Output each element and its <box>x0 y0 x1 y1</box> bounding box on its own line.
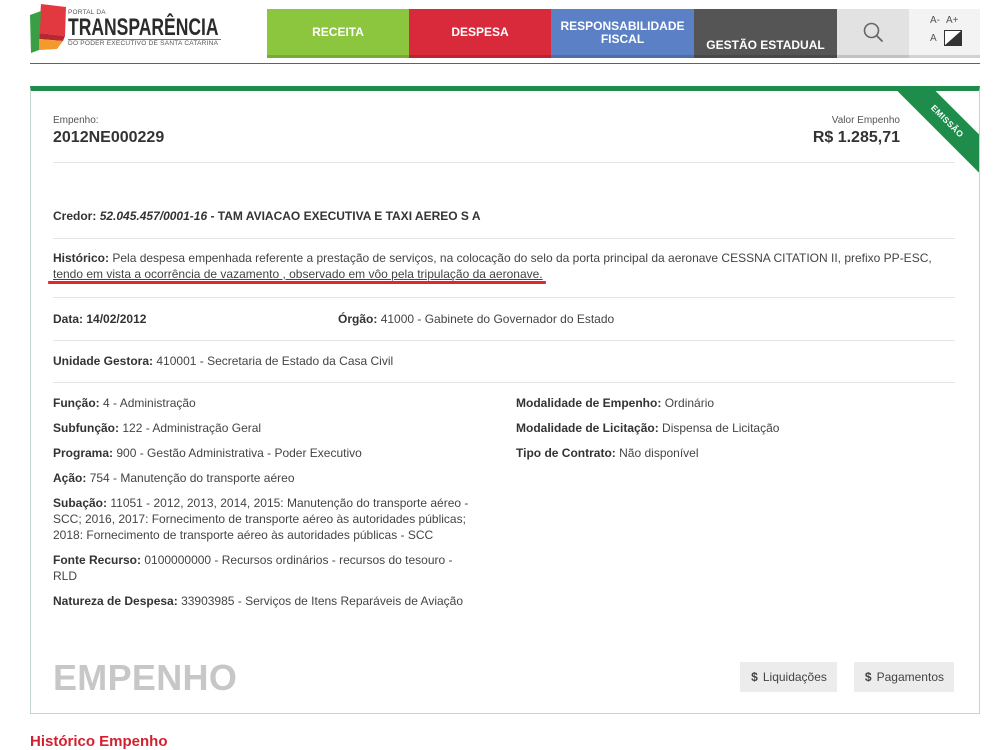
field-acao: Ação: 754 - Manutenção do transporte aér… <box>53 470 478 486</box>
field-label: Subação: <box>53 496 108 510</box>
nav-receita[interactable]: RECEITA <box>267 9 409 58</box>
field-natureza-despesa: Natureza de Despesa: 33903985 - Serviços… <box>53 593 478 609</box>
field-value: 4 - Administração <box>103 396 196 410</box>
field-label: Modalidade de Licitação: <box>516 421 659 435</box>
divider <box>53 238 955 239</box>
historico-text-1: Pela despesa empenhada referente a prest… <box>112 251 932 265</box>
decrease-font-button[interactable]: A- <box>930 15 940 27</box>
card-actions: $ Liquidações $ Pagamentos <box>740 662 954 692</box>
logo-mark-icon <box>30 4 66 53</box>
field-label: Programa: <box>53 446 114 460</box>
search-button[interactable] <box>837 9 909 58</box>
empenho-card: EMISSÃO Empenho: 2012NE000229 Valor Empe… <box>30 86 980 714</box>
field-value: 900 - Gestão Administrativa - Poder Exec… <box>116 446 362 460</box>
empenho-number-label: Empenho: <box>53 115 99 126</box>
portal-logo[interactable]: PORTAL DA TRANSPARÊNCIA DO PODER EXECUTI… <box>30 3 225 53</box>
contrast-label: A <box>930 33 937 44</box>
empenho-value: R$ 1.285,71 <box>812 129 900 146</box>
credor-cnpj: 52.045.457/0001-16 <box>99 209 208 223</box>
historico-label: Histórico: <box>53 251 110 265</box>
dollar-icon: $ <box>864 670 872 684</box>
historico-line-1: Histórico: Pela despesa empenhada refere… <box>53 250 955 266</box>
field-label: Ação: <box>53 471 87 485</box>
field-modalidade-licitacao: Modalidade de Licitação: Dispensa de Lic… <box>516 420 946 436</box>
field-value: 33903985 - Serviços de Itens Reparáveis … <box>181 594 464 608</box>
field-value: Dispensa de Licitação <box>662 421 780 435</box>
data-label: Data: <box>53 312 84 326</box>
unidade-gestora-row: Unidade Gestora: 410001 - Secretaria de … <box>53 353 393 369</box>
field-subacao: Subação: 11051 - 2012, 2013, 2014, 2015:… <box>53 495 478 543</box>
nav-responsabilidade-fiscal[interactable]: RESPONSABILIDADE FISCAL <box>551 9 694 58</box>
field-value: 11051 - 2012, 2013, 2014, 2015: Manutenç… <box>53 496 469 542</box>
logo-sub-text: DO PODER EXECUTIVO DE SANTA CATARINA <box>68 39 221 48</box>
divider <box>53 340 955 341</box>
details-right-column: Modalidade de Empenho: Ordinário Modalid… <box>516 395 946 470</box>
historico-text-2: tendo em vista a ocorrência de vazamento… <box>53 267 543 281</box>
historico: Histórico: Pela despesa empenhada refere… <box>48 250 955 284</box>
empenho-number: 2012NE000229 <box>53 129 165 146</box>
unidade-gestora-value: 410001 - Secretaria de Estado da Casa Ci… <box>156 354 394 368</box>
divider <box>53 382 955 383</box>
pagamentos-label: Pagamentos <box>876 670 944 684</box>
orgao-row: Órgão: 41000 - Gabinete do Governador do… <box>338 311 614 327</box>
credor-name: TAM AVIACAO EXECUTIVA E TAXI AEREO S A <box>217 209 481 223</box>
field-label: Modalidade de Empenho: <box>516 396 662 410</box>
field-tipo-contrato: Tipo de Contrato: Não disponível <box>516 445 946 461</box>
liquidacoes-button[interactable]: $ Liquidações <box>740 662 837 692</box>
field-label: Natureza de Despesa: <box>53 594 178 608</box>
field-label: Subfunção: <box>53 421 119 435</box>
field-programa: Programa: 900 - Gestão Administrativa - … <box>53 445 478 461</box>
status-ribbon-label: EMISSÃO <box>887 91 979 181</box>
orgao-label: Órgão: <box>338 312 378 326</box>
divider <box>53 297 955 298</box>
credor-label: Credor: <box>53 209 97 223</box>
historico-empenho-heading: Histórico Empenho <box>30 733 168 750</box>
search-icon <box>863 22 883 42</box>
highlighted-text: tendo em vista a ocorrência de vazamento… <box>48 266 546 284</box>
field-value: 122 - Administração Geral <box>122 421 262 435</box>
header-divider <box>30 63 980 64</box>
nav-despesa[interactable]: DESPESA <box>409 9 551 58</box>
field-fonte-recurso: Fonte Recurso: 0100000000 - Recursos ord… <box>53 552 478 584</box>
liquidacoes-label: Liquidações <box>762 670 827 684</box>
orgao-value: 41000 - Gabinete do Governador do Estado <box>380 312 615 326</box>
dollar-icon: $ <box>751 670 758 684</box>
page: PORTAL DA TRANSPARÊNCIA DO PODER EXECUTI… <box>0 0 1004 750</box>
field-value: Ordinário <box>664 396 715 410</box>
details-left-column: Função: 4 - Administração Subfunção: 122… <box>53 395 478 618</box>
field-modalidade-empenho: Modalidade de Empenho: Ordinário <box>516 395 946 411</box>
contrast-icon[interactable] <box>944 30 962 46</box>
nav-gestao-estadual[interactable]: GESTÃO ESTADUAL <box>694 9 837 58</box>
field-value: 754 - Manutenção do transporte aéreo <box>89 471 295 485</box>
accessibility-panel: A- A+ A <box>909 9 980 58</box>
historico-line-2: tendo em vista a ocorrência de vazamento… <box>48 266 955 284</box>
data-value: 14/02/2012 <box>86 312 147 326</box>
data-row: Data: 14/02/2012 <box>53 311 146 327</box>
field-label: Função: <box>53 396 100 410</box>
credor-separator: - <box>207 209 218 223</box>
section-title: EMPENHO <box>53 657 238 698</box>
empenho-value-label: Valor Empenho <box>831 115 900 126</box>
red-annotation-underline <box>48 281 546 284</box>
field-funcao: Função: 4 - Administração <box>53 395 478 411</box>
pagamentos-button[interactable]: $ Pagamentos <box>853 662 954 692</box>
nav-responsabilidade-label-line2: FISCAL <box>600 32 645 46</box>
field-subfuncao: Subfunção: 122 - Administração Geral <box>53 420 478 436</box>
field-label: Fonte Recurso: <box>53 553 142 567</box>
logo-main-text: TRANSPARÊNCIA <box>68 14 219 41</box>
status-ribbon: EMISSÃO <box>887 91 979 183</box>
increase-font-button[interactable]: A+ <box>946 15 959 27</box>
divider <box>53 162 955 163</box>
field-label: Tipo de Contrato: <box>516 446 616 460</box>
unidade-gestora-label: Unidade Gestora: <box>53 354 154 368</box>
credor-row: Credor: 52.045.457/0001-16 - TAM AVIACAO… <box>53 208 480 224</box>
field-value: Não disponível <box>619 446 699 460</box>
